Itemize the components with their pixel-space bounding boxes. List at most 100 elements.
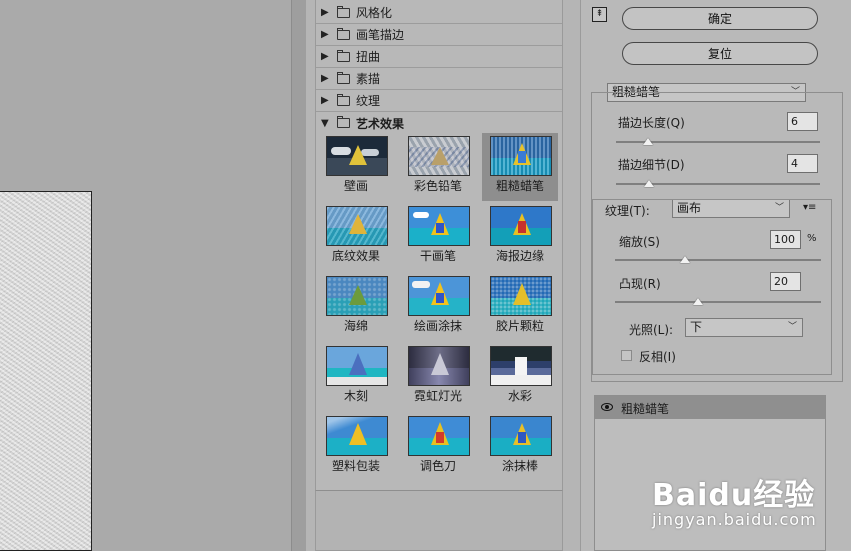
filter-thumbnail [408, 346, 470, 386]
filter-gallery-list: ▶ 风格化 ▶ 画笔描边 ▶ 扭曲 ▶ 素描 ▶ 纹理 ▼ 艺术效果 壁画 彩色… [315, 0, 563, 490]
category-label: 艺术效果 [356, 116, 405, 131]
category-sketch[interactable]: ▶ 素描 [316, 68, 562, 90]
stroke-length-slider-handle[interactable] [643, 138, 653, 145]
reset-button[interactable]: 复位 [622, 42, 818, 65]
watermark-logo: Baidu经验 [652, 478, 816, 513]
filter-thumbnail [408, 136, 470, 176]
category-label: 纹理 [356, 94, 381, 108]
expand-arrow-icon: ▶ [321, 73, 329, 84]
preview-area[interactable] [0, 0, 306, 551]
filter-paint-daubs[interactable]: 绘画涂抹 [400, 273, 476, 341]
scaling-unit: % [807, 233, 817, 244]
filter-label: 胶片颗粒 [495, 319, 544, 333]
stroke-length-input[interactable]: 6 [787, 112, 818, 131]
folder-icon [337, 116, 350, 128]
stroke-length-label: 描边长度(Q) [618, 116, 685, 130]
category-label: 素描 [356, 72, 381, 86]
filter-label: 海报边缘 [495, 249, 544, 263]
scaling-input[interactable]: 100 [770, 230, 801, 249]
preview-image[interactable] [0, 191, 92, 551]
category-label: 风格化 [356, 6, 393, 20]
filter-label: 底纹效果 [331, 249, 380, 263]
filter-list-footer [315, 490, 563, 551]
category-brush-strokes[interactable]: ▶ 画笔描边 [316, 24, 562, 46]
category-label: 扭曲 [356, 50, 381, 64]
stroke-detail-slider-handle[interactable] [644, 180, 654, 187]
collapse-icon[interactable]: ⇞ [592, 7, 607, 22]
filter-thumbnail [490, 416, 552, 456]
relief-slider-handle[interactable] [693, 298, 703, 305]
effect-layer-row[interactable]: 粗糙蜡笔 [595, 396, 825, 419]
category-texture[interactable]: ▶ 纹理 [316, 90, 562, 112]
light-select[interactable]: 下 ﹀ [685, 318, 803, 337]
settings-panel: ⇞ 确定 复位 粗糙蜡笔 ﹀ 描边长度(Q) 6 描边细节(D) 4 纹理(T)… [580, 0, 851, 551]
filter-thumbnail [408, 276, 470, 316]
filter-label: 塑料包装 [331, 459, 380, 473]
filter-label: 水彩 [507, 389, 532, 403]
category-label: 画笔描边 [356, 28, 405, 42]
filter-dry-brush[interactable]: 干画笔 [400, 203, 476, 271]
chevron-down-icon: ﹀ [787, 322, 797, 332]
light-select-value: 下 [690, 320, 703, 334]
filter-plastic-wrap[interactable]: 塑料包装 [318, 413, 394, 481]
category-distort[interactable]: ▶ 扭曲 [316, 46, 562, 68]
invert-label: 反相(I) [639, 350, 676, 364]
filter-thumbnail [326, 276, 388, 316]
filter-underpainting[interactable]: 底纹效果 [318, 203, 394, 271]
invert-checkbox[interactable] [621, 350, 632, 361]
folder-icon [337, 93, 350, 106]
scaling-label: 缩放(S) [619, 235, 660, 249]
filter-thumbnail [408, 206, 470, 246]
folder-icon [337, 71, 350, 84]
watermark-url: jingyan.baidu.com [652, 510, 817, 529]
expand-arrow-icon: ▶ [321, 51, 329, 62]
filter-thumbnail [326, 346, 388, 386]
light-label: 光照(L): [629, 323, 674, 337]
filter-label: 调色刀 [419, 459, 456, 473]
filter-label: 壁画 [343, 179, 368, 193]
filter-fresco[interactable]: 壁画 [318, 133, 394, 201]
filter-thumbnail [490, 346, 552, 386]
stroke-detail-label: 描边细节(D) [618, 158, 685, 172]
filter-sponge[interactable]: 海绵 [318, 273, 394, 341]
filter-neon-glow[interactable]: 霓虹灯光 [400, 343, 476, 411]
category-stylize[interactable]: ▶ 风格化 [316, 2, 562, 24]
filter-watercolor[interactable]: 水彩 [482, 343, 558, 411]
scaling-slider-handle[interactable] [680, 256, 690, 263]
filter-label: 涂抹棒 [501, 459, 538, 473]
stroke-detail-input[interactable]: 4 [787, 154, 818, 173]
relief-slider-track[interactable] [615, 301, 821, 303]
filter-label: 彩色铅笔 [413, 179, 462, 193]
filter-colored-pencil[interactable]: 彩色铅笔 [400, 133, 476, 201]
filter-thumbnail [326, 136, 388, 176]
filter-thumbnail [490, 276, 552, 316]
filter-label: 霓虹灯光 [413, 389, 462, 403]
eye-icon[interactable] [601, 403, 613, 411]
expand-arrow-icon: ▶ [321, 95, 329, 106]
filter-film-grain[interactable]: 胶片颗粒 [482, 273, 558, 341]
filter-smudge-stick[interactable]: 涂抹棒 [482, 413, 558, 481]
filter-label: 海绵 [343, 319, 368, 333]
filter-rough-pastels[interactable]: 粗糙蜡笔 [482, 133, 558, 201]
filter-thumbnail [490, 206, 552, 246]
folder-icon [337, 5, 350, 18]
folder-icon [337, 49, 350, 62]
relief-input[interactable]: 20 [770, 272, 801, 291]
filter-label: 粗糙蜡笔 [495, 179, 544, 193]
filter-cutout[interactable]: 木刻 [318, 343, 394, 411]
category-artistic[interactable]: ▼ 艺术效果 [316, 112, 562, 134]
preview-scrollbar[interactable] [291, 0, 306, 551]
filter-thumbnail [408, 416, 470, 456]
filter-thumbnail [326, 416, 388, 456]
filter-poster-edges[interactable]: 海报边缘 [482, 203, 558, 271]
texture-settings-group: 缩放(S) 100 % 凸现(R) 20 光照(L): 下 ﹀ 反相(I) [592, 199, 832, 375]
ok-button[interactable]: 确定 [622, 7, 818, 30]
relief-label: 凸现(R) [619, 277, 661, 291]
filter-palette-knife[interactable]: 调色刀 [400, 413, 476, 481]
filter-thumbnail [326, 206, 388, 246]
folder-icon [337, 27, 350, 40]
scaling-slider-track[interactable] [615, 259, 821, 261]
expand-arrow-icon: ▶ [321, 7, 329, 18]
filter-label: 木刻 [343, 389, 368, 403]
filter-thumbnail [490, 136, 552, 176]
